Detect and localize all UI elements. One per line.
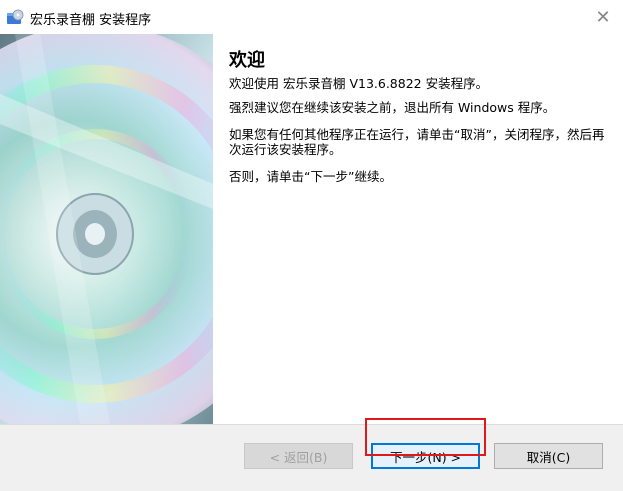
title-bar: 宏乐录音棚 安装程序 ✕: [0, 0, 623, 34]
welcome-line: 欢迎使用 宏乐录音棚 V13.6.8822 安装程序。: [229, 76, 489, 91]
cd-disc-image: [0, 34, 213, 424]
button-bar: < 返回(B) 下一步(N) > 取消(C): [0, 424, 623, 491]
back-button[interactable]: < 返回(B): [244, 443, 353, 469]
installer-disc-icon: [7, 9, 24, 24]
close-button[interactable]: ✕: [583, 0, 623, 34]
banner-image: [0, 34, 213, 424]
welcome-panel: 欢迎 欢迎使用 宏乐录音棚 V13.6.8822 安装程序。 强烈建议您在继续该…: [229, 50, 609, 196]
warning-line: 强烈建议您在继续该安装之前，退出所有 Windows 程序。: [229, 100, 556, 115]
cancel-button[interactable]: 取消(C): [494, 443, 603, 469]
close-icon: ✕: [595, 6, 611, 28]
page-title: 欢迎: [229, 50, 265, 71]
next-button[interactable]: 下一步(N) >: [371, 443, 480, 469]
window-title: 宏乐录音棚 安装程序: [30, 13, 152, 28]
continue-instruction: 否则，请单击“下一步”继续。: [229, 169, 392, 184]
cancel-instruction: 如果您有任何其他程序正在运行，请单击“取消”，关闭程序，然后再次运行该安装程序。: [229, 127, 605, 157]
